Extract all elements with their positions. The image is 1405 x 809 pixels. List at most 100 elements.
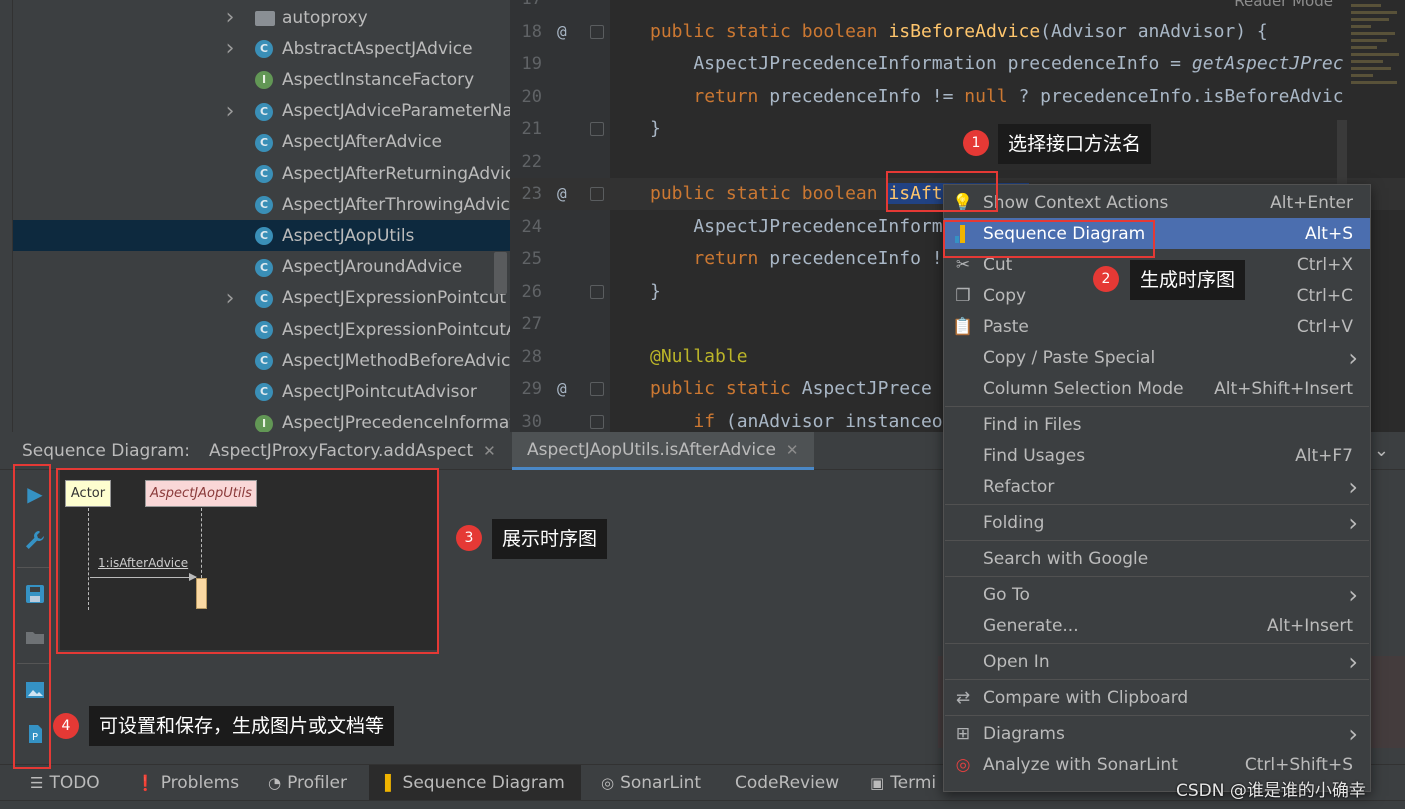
menu-item-go-to[interactable]: Go To › <box>944 579 1370 610</box>
minimap[interactable] <box>1347 0 1405 130</box>
annotation-badge: 2 <box>1093 266 1119 292</box>
todo-tab[interactable]: ☰ TODO <box>30 765 100 801</box>
expand-arrow-icon[interactable]: › <box>223 96 237 127</box>
code-text[interactable]: AspectJPrecedenceInformation precedenceI… <box>650 48 1343 80</box>
fold-marker-icon[interactable] <box>590 284 604 299</box>
tree-item-label: AspectJAroundAdvice <box>282 257 463 278</box>
close-icon[interactable]: ✕ <box>786 441 799 459</box>
tree-item-label: AbstractAspectJAdvice <box>282 38 473 59</box>
code-line[interactable]: 20 return precedenceInfo != null ? prece… <box>510 81 1405 113</box>
menu-item-generate[interactable]: Generate... Alt+Insert <box>944 610 1370 641</box>
menu-item-refactor[interactable]: Refactor › <box>944 471 1370 502</box>
menu-item-label: Folding <box>983 512 1045 533</box>
menu-item-folding[interactable]: Folding › <box>944 507 1370 538</box>
menu-item-show-context-actions[interactable]: 💡 Show Context Actions Alt+Enter <box>944 187 1370 218</box>
menu-item-label: Search with Google <box>983 548 1149 569</box>
code-text[interactable]: if (anAdvisor instanceo <box>650 406 942 433</box>
watermark: CSDN @谁是谁的小确幸 <box>1176 781 1366 801</box>
menu-separator <box>945 406 1369 407</box>
code-text[interactable]: public static boolean isBeforeAdvice(Adv… <box>650 16 1268 48</box>
tree-item[interactable]: › autoproxy <box>13 2 510 33</box>
code-text[interactable]: return precedenceInfo != null ? preceden… <box>650 81 1343 113</box>
menu-separator <box>945 576 1369 577</box>
submenu-arrow-icon: › <box>1348 343 1358 372</box>
fold-marker-icon[interactable] <box>590 122 604 136</box>
tree-item[interactable]: I AspectJPrecedenceInformat <box>13 408 510 432</box>
chevron-down-icon[interactable]: ⌄ <box>1374 440 1389 461</box>
line-number: 28 <box>521 346 542 367</box>
line-number: 27 <box>521 314 542 334</box>
tree-item[interactable]: › C AspectJExpressionPointcut <box>13 283 510 314</box>
line-number: 22 <box>521 151 542 172</box>
code-text[interactable]: return precedenceInfo ! <box>650 243 942 275</box>
line-number: 17 <box>510 0 542 15</box>
line-number: 21 <box>521 119 542 139</box>
tree-item[interactable]: › C AspectJAdviceParameterNa <box>13 96 510 127</box>
menu-item-find-usages[interactable]: Find Usages Alt+F7 <box>944 440 1370 471</box>
profiler-tab[interactable]: ◔ Profiler <box>268 765 347 801</box>
expand-arrow-icon[interactable]: › <box>223 33 237 64</box>
expand-arrow-icon[interactable]: › <box>223 283 237 314</box>
override-marker-icon[interactable]: @ <box>557 16 567 48</box>
tab-isafteradvice[interactable]: AspectJAopUtils.isAfterAdvice ✕ <box>512 432 814 470</box>
tree-item[interactable]: › C AbstractAspectJAdvice <box>13 33 510 64</box>
codereview-tab[interactable]: CodeReview <box>735 765 839 801</box>
tree-item[interactable]: C AspectJAfterAdvice <box>13 127 510 158</box>
menu-item-shortcut: Ctrl+X <box>1296 254 1353 275</box>
menu-item-paste[interactable]: 📋 Paste Ctrl+V <box>944 311 1370 342</box>
code-text[interactable]: AspectJPrecedenceInform <box>650 211 942 243</box>
tree-item[interactable]: C AspectJAfterThrowingAdvice <box>13 189 510 220</box>
tab-label: Termi <box>890 773 937 793</box>
menu-item-label: Generate... <box>983 615 1079 636</box>
code-text[interactable]: } <box>650 276 661 308</box>
code-text[interactable]: @Nullable <box>650 341 748 373</box>
line-number: 30 <box>521 411 542 432</box>
class-icon: C <box>255 102 273 121</box>
code-text[interactable]: public static AspectJPrece <box>650 373 932 405</box>
terminal-tab[interactable]: ▣ Termi <box>870 765 936 801</box>
reader-mode-link[interactable]: Reader Mode <box>1234 0 1333 10</box>
close-icon[interactable]: ✕ <box>483 442 496 460</box>
tree-item[interactable]: C AspectJAroundAdvice <box>13 252 510 283</box>
override-marker-icon[interactable]: @ <box>557 178 567 210</box>
tree-scrollbar[interactable] <box>494 252 507 294</box>
fold-marker-icon[interactable] <box>590 414 604 429</box>
submenu-arrow-icon: › <box>1348 580 1358 609</box>
menu-item-copy-paste-special[interactable]: Copy / Paste Special › <box>944 342 1370 373</box>
expand-arrow-icon[interactable]: › <box>223 2 237 33</box>
code-line[interactable]: 21} <box>510 113 1405 145</box>
tree-item[interactable]: C AspectJPointcutAdvisor <box>13 376 510 407</box>
menu-item-search-with-google[interactable]: Search with Google <box>944 543 1370 574</box>
sonarlint-icon: ◎ <box>955 754 971 775</box>
tree-item-label: autoproxy <box>282 7 368 28</box>
fold-marker-icon[interactable] <box>590 24 604 39</box>
tree-item[interactable]: C AspectJMethodBeforeAdvic <box>13 345 510 376</box>
tree-item[interactable]: C AspectJExpressionPointcutA <box>13 314 510 345</box>
menu-item-label: Find in Files <box>983 414 1082 435</box>
menu-item-diagrams[interactable]: ⊞ Diagrams › <box>944 718 1370 749</box>
fold-marker-icon[interactable] <box>590 382 604 396</box>
fold-marker-icon[interactable] <box>590 187 604 201</box>
tree-item[interactable]: C AspectJAfterReturningAdvic <box>13 158 510 189</box>
problems-tab[interactable]: ❗ Problems <box>136 765 239 801</box>
tab-label: TODO <box>49 773 100 793</box>
code-line[interactable]: 19 AspectJPrecedenceInformation preceden… <box>510 48 1405 80</box>
menu-item-column-selection-mode[interactable]: Column Selection Mode Alt+Shift+Insert <box>944 373 1370 404</box>
menu-item-find-in-files[interactable]: Find in Files <box>944 409 1370 440</box>
tree-item[interactable]: C AspectJAopUtils <box>13 220 510 252</box>
menu-item-label: Diagrams <box>983 723 1065 744</box>
override-marker-icon[interactable]: @ <box>557 373 567 405</box>
code-line[interactable]: 18 @ public static boolean isBeforeAdvice(… <box>510 16 1405 48</box>
sonarlint-tab[interactable]: ◎ SonarLint <box>601 765 701 801</box>
code-text[interactable]: } <box>650 113 661 145</box>
menu-item-open-in[interactable]: Open In › <box>944 646 1370 677</box>
sequence-diagram-tab[interactable]: ▌ Sequence Diagram <box>369 765 581 801</box>
tab-label: Profiler <box>287 773 347 793</box>
menu-item-label: Go To <box>983 584 1030 605</box>
menu-item-compare-with-clipboard[interactable]: ⇄ Compare with Clipboard <box>944 682 1370 713</box>
tree-item[interactable]: I AspectInstanceFactory <box>13 64 510 95</box>
folder-icon <box>255 11 275 26</box>
tab-label: CodeReview <box>735 773 840 793</box>
menu-item-label: Copy / Paste Special <box>983 347 1156 368</box>
tab-addaspect[interactable]: AspectJProxyFactory.addAspect ✕ <box>199 432 506 470</box>
